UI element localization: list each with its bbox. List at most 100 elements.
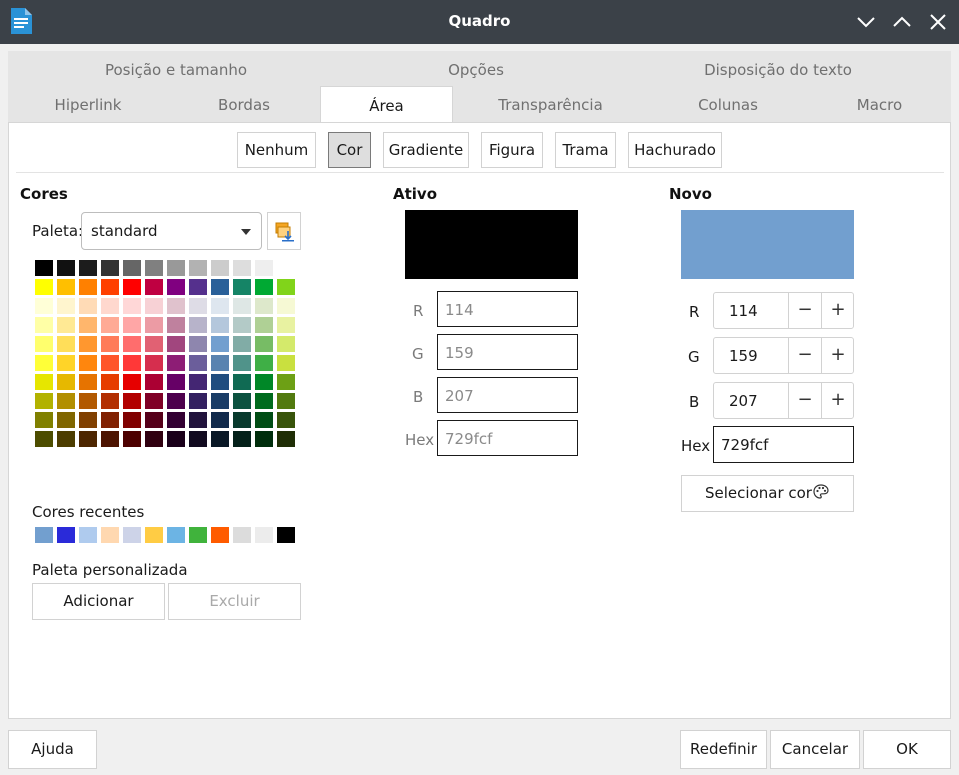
- color-swatch[interactable]: [35, 336, 53, 352]
- color-swatch[interactable]: [57, 279, 75, 295]
- color-swatch[interactable]: [277, 298, 295, 314]
- color-swatch[interactable]: [211, 355, 229, 371]
- add-color-button[interactable]: Adicionar: [32, 583, 165, 620]
- color-swatch[interactable]: [101, 336, 119, 352]
- color-swatch[interactable]: [145, 336, 163, 352]
- color-swatch[interactable]: [211, 336, 229, 352]
- color-swatch[interactable]: [189, 431, 207, 447]
- recent-color-swatch[interactable]: [35, 527, 53, 543]
- color-swatch[interactable]: [277, 260, 295, 276]
- color-swatch[interactable]: [123, 355, 141, 371]
- color-swatch[interactable]: [233, 355, 251, 371]
- color-swatch[interactable]: [189, 317, 207, 333]
- color-swatch[interactable]: [255, 355, 273, 371]
- color-swatch[interactable]: [57, 260, 75, 276]
- recent-color-swatch[interactable]: [189, 527, 207, 543]
- color-swatch[interactable]: [57, 317, 75, 333]
- plus-icon[interactable]: +: [821, 383, 854, 418]
- color-swatch[interactable]: [277, 279, 295, 295]
- color-swatch[interactable]: [167, 355, 185, 371]
- color-swatch[interactable]: [211, 412, 229, 428]
- pick-color-button[interactable]: Selecionar cor: [681, 475, 854, 512]
- color-swatch[interactable]: [277, 317, 295, 333]
- color-swatch[interactable]: [35, 260, 53, 276]
- delete-color-button[interactable]: Excluir: [168, 583, 301, 620]
- color-swatch[interactable]: [123, 260, 141, 276]
- recent-color-swatch[interactable]: [211, 527, 229, 543]
- color-swatch[interactable]: [189, 336, 207, 352]
- color-swatch[interactable]: [35, 355, 53, 371]
- color-swatch[interactable]: [167, 336, 185, 352]
- color-swatch[interactable]: [211, 317, 229, 333]
- cancel-button[interactable]: Cancelar: [770, 730, 860, 769]
- minus-icon[interactable]: −: [788, 338, 821, 373]
- tab-hiperlink[interactable]: Hiperlink: [8, 88, 168, 123]
- color-swatch[interactable]: [211, 374, 229, 390]
- color-swatch[interactable]: [123, 431, 141, 447]
- chevron-down-icon[interactable]: [854, 10, 878, 34]
- color-swatch[interactable]: [189, 355, 207, 371]
- color-swatch[interactable]: [145, 355, 163, 371]
- fill-pattern-button[interactable]: Trama: [555, 132, 616, 168]
- color-swatch[interactable]: [211, 260, 229, 276]
- color-swatch[interactable]: [35, 279, 53, 295]
- color-swatch[interactable]: [277, 374, 295, 390]
- color-swatch[interactable]: [277, 431, 295, 447]
- tab-macro[interactable]: Macro: [808, 88, 951, 123]
- close-icon[interactable]: [926, 10, 950, 34]
- color-swatch[interactable]: [35, 412, 53, 428]
- color-swatch[interactable]: [167, 374, 185, 390]
- color-swatch[interactable]: [79, 317, 97, 333]
- fill-gradient-button[interactable]: Gradiente: [383, 132, 469, 168]
- color-swatch[interactable]: [167, 317, 185, 333]
- color-swatch[interactable]: [145, 260, 163, 276]
- color-swatch[interactable]: [101, 412, 119, 428]
- color-swatch[interactable]: [255, 393, 273, 409]
- color-swatch[interactable]: [189, 374, 207, 390]
- color-swatch[interactable]: [35, 317, 53, 333]
- recent-color-swatch[interactable]: [123, 527, 141, 543]
- color-swatch[interactable]: [189, 298, 207, 314]
- color-swatch[interactable]: [35, 393, 53, 409]
- chevron-up-icon[interactable]: [890, 10, 914, 34]
- color-swatch[interactable]: [255, 431, 273, 447]
- fill-color-button[interactable]: Cor: [328, 132, 371, 168]
- plus-icon[interactable]: +: [821, 338, 854, 373]
- color-swatch[interactable]: [101, 298, 119, 314]
- tab-opcoes[interactable]: Opções: [388, 53, 564, 88]
- tab-area[interactable]: Área: [320, 86, 453, 124]
- color-swatch[interactable]: [277, 393, 295, 409]
- color-swatch[interactable]: [79, 260, 97, 276]
- color-swatch[interactable]: [277, 412, 295, 428]
- color-swatch[interactable]: [101, 393, 119, 409]
- color-swatch[interactable]: [167, 298, 185, 314]
- color-swatch[interactable]: [79, 412, 97, 428]
- color-swatch[interactable]: [211, 298, 229, 314]
- tab-disposicao-texto[interactable]: Disposição do texto: [668, 53, 888, 88]
- color-swatch[interactable]: [79, 279, 97, 295]
- color-swatch[interactable]: [57, 393, 75, 409]
- color-swatch[interactable]: [123, 317, 141, 333]
- color-swatch[interactable]: [211, 393, 229, 409]
- color-swatch[interactable]: [145, 431, 163, 447]
- color-swatch[interactable]: [145, 317, 163, 333]
- tab-bordas[interactable]: Bordas: [168, 88, 320, 123]
- color-swatch[interactable]: [145, 412, 163, 428]
- color-swatch[interactable]: [35, 298, 53, 314]
- recent-color-swatch[interactable]: [255, 527, 273, 543]
- recent-color-swatch[interactable]: [277, 527, 295, 543]
- fill-image-button[interactable]: Figura: [481, 132, 543, 168]
- color-swatch[interactable]: [255, 336, 273, 352]
- reset-button[interactable]: Redefinir: [680, 730, 767, 769]
- color-swatch[interactable]: [35, 431, 53, 447]
- new-hex-field[interactable]: 729fcf: [713, 426, 854, 463]
- color-swatch[interactable]: [101, 431, 119, 447]
- recent-color-swatch[interactable]: [57, 527, 75, 543]
- new-b-spinbox[interactable]: 207 − +: [713, 382, 854, 419]
- color-swatch[interactable]: [123, 279, 141, 295]
- color-swatch[interactable]: [189, 260, 207, 276]
- recent-color-swatch[interactable]: [145, 527, 163, 543]
- color-swatch[interactable]: [57, 298, 75, 314]
- color-swatch[interactable]: [145, 374, 163, 390]
- color-swatch[interactable]: [167, 431, 185, 447]
